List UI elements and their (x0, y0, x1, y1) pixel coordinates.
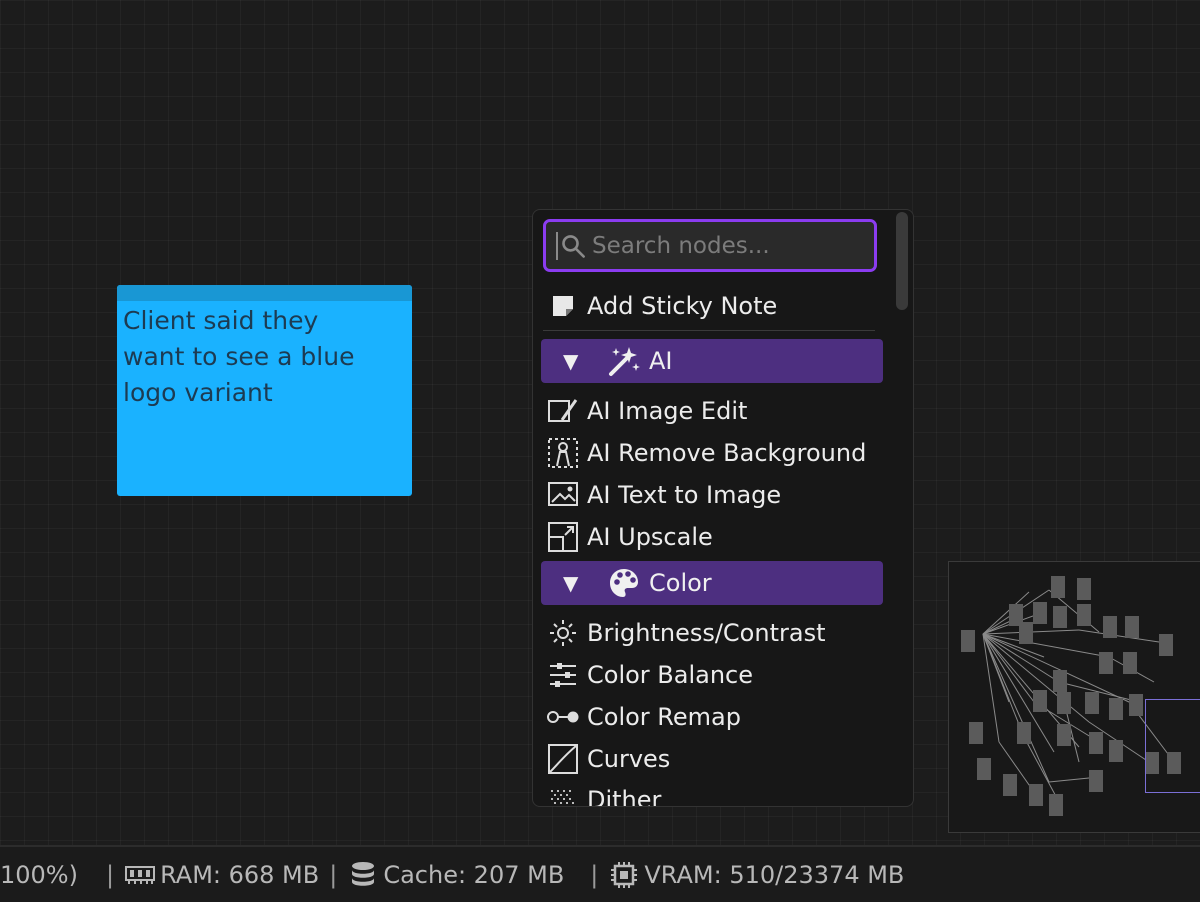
menu-item-ai-text-to-image[interactable]: AI Text to Image (547, 475, 781, 515)
category-label: AI (649, 347, 673, 375)
menu-item-curves[interactable]: Curves (547, 739, 670, 779)
dither-icon (547, 784, 579, 806)
sliders-icon (547, 659, 579, 691)
add-sticky-note-label: Add Sticky Note (587, 292, 778, 320)
collapse-triangle-icon: ▼ (563, 571, 579, 595)
category-label: Color (649, 569, 712, 597)
scrollbar[interactable] (896, 210, 911, 806)
menu-item-color-balance[interactable]: Color Balance (547, 655, 753, 695)
menu-item-label: AI Upscale (587, 523, 713, 551)
ram-icon (124, 860, 156, 890)
remove-background-icon (547, 437, 579, 469)
category-ai[interactable]: ▼ AI (541, 339, 883, 383)
menu-item-label: Curves (587, 745, 671, 773)
text-to-image-icon (547, 479, 579, 511)
menu-item-ai-remove-background[interactable]: AI Remove Background (547, 433, 866, 473)
menu-item-label: AI Image Edit (587, 397, 748, 425)
minimap[interactable] (948, 561, 1200, 833)
curves-icon (547, 743, 579, 775)
status-separator: | (105, 860, 115, 889)
search-icon (561, 234, 585, 258)
sticky-note-line: Client said they (123, 306, 319, 335)
collapse-triangle-icon: ▼ (563, 349, 579, 373)
cache-usage: Cache: 207 MB (383, 860, 565, 889)
scrollbar-thumb[interactable] (896, 212, 908, 310)
chip-icon (608, 860, 640, 890)
vram-usage: VRAM: 510/23374 MB (644, 860, 905, 889)
search-box[interactable] (543, 219, 877, 272)
menu-item-brightness-contrast[interactable]: Brightness/Contrast (547, 613, 825, 653)
status-bar: 100%) | RAM: 668 MB | Cache: 207 MB | VR… (0, 845, 1200, 902)
image-edit-icon (547, 395, 579, 427)
brightness-icon (547, 617, 579, 649)
menu-item-label: Brightness/Contrast (587, 619, 826, 647)
status-separator: | (590, 860, 599, 889)
menu-item-label: Dither (587, 786, 662, 807)
menu-item-ai-image-edit[interactable]: AI Image Edit (547, 391, 747, 431)
palette-icon (607, 566, 641, 600)
add-sticky-note-item[interactable]: Add Sticky Note (547, 286, 777, 326)
status-separator: | (329, 860, 338, 889)
magic-wand-icon (607, 344, 641, 378)
menu-item-label: Color Remap (587, 703, 741, 731)
minimap-viewport[interactable] (1145, 699, 1200, 793)
sticky-note-icon (547, 290, 579, 322)
remap-icon (547, 701, 579, 733)
sticky-note[interactable]: Client said they want to see a blue logo… (117, 285, 412, 496)
category-color[interactable]: ▼ Color (541, 561, 883, 605)
menu-item-ai-upscale[interactable]: AI Upscale (547, 517, 713, 557)
upscale-icon (547, 521, 579, 553)
sticky-note-text[interactable]: Client said they want to see a blue logo… (117, 295, 412, 419)
menu-item-label: AI Text to Image (587, 481, 782, 509)
sticky-note-line: logo variant (123, 378, 273, 407)
menu-item-label: Color Balance (587, 661, 754, 689)
menu-item-color-remap[interactable]: Color Remap (547, 697, 741, 737)
ram-usage: RAM: 668 MB (160, 860, 320, 889)
search-input[interactable] (590, 231, 874, 260)
database-icon (347, 860, 379, 890)
menu-item-dither[interactable]: Dither (547, 780, 662, 807)
menu-divider (543, 330, 875, 331)
node-search-menu: Add Sticky Note ▼ AI AI Image Edit AI Re… (532, 209, 914, 807)
zoom-readout: 100%) (0, 860, 78, 889)
sticky-note-line: want to see a blue (123, 342, 355, 371)
text-cursor (556, 231, 558, 260)
menu-item-label: AI Remove Background (587, 439, 867, 467)
